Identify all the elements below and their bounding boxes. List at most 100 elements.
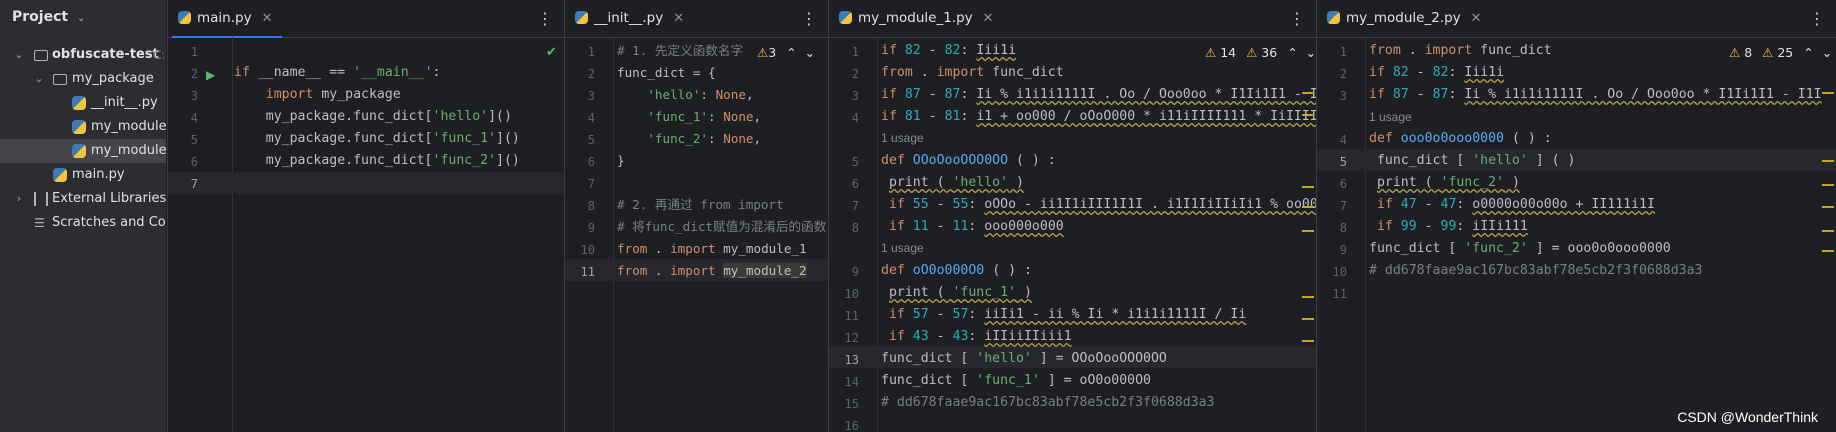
tab-bar: my_module_2.py ✕ ⋮ [1317, 0, 1836, 38]
close-icon[interactable]: ✕ [673, 11, 684, 26]
tree-item-label: my_package [72, 71, 154, 86]
line-number: 8 [1339, 221, 1347, 235]
run-icon[interactable]: ▶ [206, 68, 215, 82]
editor-my-module-1[interactable]: my_module_1.py ✕ ⋮ ⚠ 14 ⚠ 36 ⌃ ⌄ 1 2 3 4 … [828, 0, 1317, 432]
warning-stripe[interactable] [1822, 250, 1834, 252]
line-number: 10 [1332, 265, 1347, 279]
python-file-icon [53, 168, 67, 182]
chevron-down-icon[interactable]: ⌄ [1822, 45, 1832, 60]
close-icon[interactable]: ✕ [262, 11, 273, 26]
editor-main[interactable]: main.py ✕ ⋮ 1 2 3 4 5 6 7 ▶ ✔ if __name__… [167, 0, 565, 432]
current-line-highlight [168, 172, 565, 194]
line-number: 7 [1339, 199, 1347, 213]
warning-stripe[interactable] [1302, 318, 1314, 320]
python-file-icon [178, 11, 191, 24]
usage-hint[interactable]: 1 usage [881, 241, 924, 255]
warning-stripe[interactable] [1822, 206, 1834, 208]
chevron-down-icon[interactable]: ⌄ [77, 13, 85, 24]
tree-item-my-module-2[interactable]: my_module_2.py [0, 139, 166, 163]
project-title[interactable]: Project ⌄ [12, 9, 85, 25]
more-vertical-icon[interactable]: ⋮ [537, 0, 553, 37]
code-main[interactable]: if __name__ == '__main__': import my_pac… [234, 62, 520, 172]
project-title-label: Project [12, 9, 69, 25]
line-number: 8 [587, 199, 595, 213]
tab-my-module-1-py[interactable]: my_module_1.py ✕ [839, 0, 994, 37]
warning-stripe[interactable] [1302, 114, 1314, 116]
project-panel: Project ⌄ ⌄ obfuscate-test C:\ ⌄ my_pack… [0, 0, 167, 432]
line-number: 6 [851, 177, 859, 191]
line-number: 1 [190, 45, 198, 59]
code-my-module-1[interactable]: if 82 - 82: Iii1i from . import func_dic… [881, 40, 1317, 414]
warning-stripe[interactable] [1302, 206, 1314, 208]
line-number: 10 [844, 287, 859, 301]
line-number: 5 [851, 155, 859, 169]
tab-main-py[interactable]: main.py ✕ [178, 0, 273, 37]
tab-bar: __init__.py ✕ ⋮ [565, 0, 829, 38]
tab-my-module-2-py[interactable]: my_module_2.py ✕ [1327, 0, 1482, 37]
line-number: 11 [844, 309, 859, 323]
tree-item-my-package[interactable]: ⌄ my_package [0, 67, 166, 91]
close-icon[interactable]: ✕ [983, 11, 994, 26]
python-file-icon [839, 11, 852, 24]
line-number: 2 [587, 67, 595, 81]
warning-stripe[interactable] [1302, 186, 1314, 188]
package-folder-icon [53, 74, 67, 85]
python-file-icon [72, 96, 86, 110]
tab-bar: my_module_1.py ✕ ⋮ [829, 0, 1317, 38]
chevron-right-icon[interactable]: › [14, 187, 24, 211]
scratches-icon: ☰ [34, 216, 45, 230]
line-number: 16 [844, 419, 859, 432]
tree-item-external-libraries[interactable]: › External Libraries [0, 187, 166, 211]
line-number: 4 [1339, 133, 1347, 147]
tree-item-main[interactable]: main.py [0, 163, 166, 187]
warning-stripe[interactable] [1822, 92, 1834, 94]
line-number: 14 [844, 375, 859, 389]
code-my-module-2[interactable]: from . import func_dict if 82 - 82: Iii1… [1369, 40, 1822, 282]
tree-item-obfuscate-test[interactable]: ⌄ obfuscate-test C:\ [0, 43, 166, 67]
tab-init-py[interactable]: __init__.py ✕ [575, 0, 684, 37]
tab-label: __init__.py [594, 10, 664, 26]
close-icon[interactable]: ✕ [1471, 11, 1482, 26]
more-vertical-icon[interactable]: ⋮ [801, 0, 817, 37]
tab-label: my_module_2.py [1346, 10, 1461, 26]
line-number: 2 [190, 67, 198, 81]
line-number: 13 [844, 353, 859, 367]
code-init[interactable]: # 1. 先定义函数名字 func_dict = { 'hello': None… [617, 40, 826, 282]
python-file-icon [72, 120, 86, 134]
tree-item-scratches[interactable]: ☰ Scratches and Consoles [0, 211, 166, 235]
tree-item-label: __init__.py [91, 95, 158, 110]
tree-item-label: my_module_1.py [91, 119, 167, 134]
line-number: 3 [587, 89, 595, 103]
chevron-down-icon[interactable]: ⌄ [34, 67, 44, 91]
line-number: 5 [1339, 155, 1347, 169]
tree-item-label: main.py [72, 167, 125, 182]
line-number: 8 [851, 221, 859, 235]
usage-hint[interactable]: 1 usage [881, 131, 924, 145]
line-number: 5 [190, 133, 198, 147]
tree-item-my-module-1[interactable]: my_module_1.py [0, 115, 166, 139]
warning-stripe[interactable] [1302, 92, 1314, 94]
warning-stripe[interactable] [1302, 340, 1314, 342]
warning-stripe[interactable] [1822, 184, 1834, 186]
warning-stripe[interactable] [1822, 160, 1834, 162]
usage-hint[interactable]: 1 usage [1369, 110, 1412, 124]
python-file-icon [1327, 11, 1340, 24]
editor-init[interactable]: __init__.py ✕ ⋮ ⚠3 ⌃ ⌄ 1 2 3 4 5 6 7 8 9 … [564, 0, 829, 432]
tab-label: main.py [197, 10, 252, 26]
more-vertical-icon[interactable]: ⋮ [1809, 0, 1825, 37]
warning-stripe[interactable] [1302, 296, 1314, 298]
chevron-down-icon[interactable]: ⌄ [14, 43, 24, 67]
line-number: 7 [587, 177, 595, 191]
editor-my-module-2[interactable]: my_module_2.py ✕ ⋮ ⚠ 8 ⚠ 25 ⌃ ⌄ 1 2 3 4 5… [1316, 0, 1836, 432]
line-number: 1 [1339, 45, 1347, 59]
tree-item-path: C:\ [153, 48, 166, 62]
warning-stripe[interactable] [1822, 230, 1834, 232]
more-vertical-icon[interactable]: ⋮ [1289, 0, 1305, 37]
tree-item-init[interactable]: __init__.py [0, 91, 166, 115]
line-number: 6 [190, 155, 198, 169]
warning-stripe[interactable] [1302, 230, 1314, 232]
line-number: 3 [851, 89, 859, 103]
line-number: 4 [851, 111, 859, 125]
library-icon [34, 192, 48, 206]
line-number: 6 [1339, 177, 1347, 191]
